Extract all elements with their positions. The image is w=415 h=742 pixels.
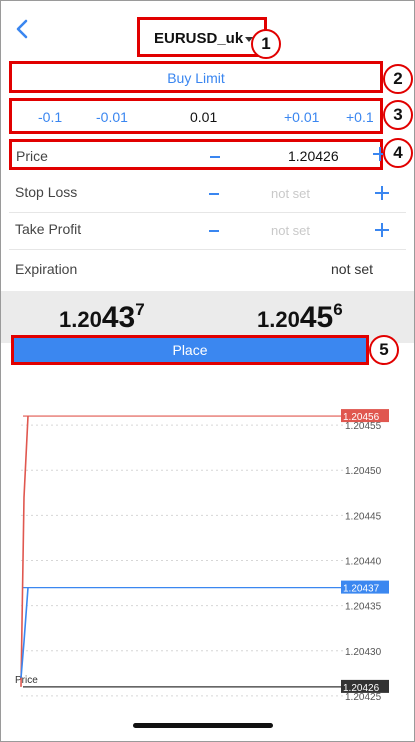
place-button-label: Place — [172, 342, 208, 358]
take-profit-increase-button[interactable] — [375, 223, 389, 237]
badge-2: 2 — [383, 64, 413, 94]
ask-big-digits: 45 — [299, 301, 334, 334]
stop-loss-increase-button[interactable] — [375, 186, 389, 200]
stop-loss-value[interactable]: not set — [271, 186, 310, 201]
price-row: Price 1.20426 — [9, 139, 383, 170]
step-plus-0-1[interactable]: +0.1 — [346, 109, 374, 125]
series-line — [20, 416, 29, 687]
stop-loss-label: Stop Loss — [15, 184, 78, 200]
take-profit-value[interactable]: not set — [271, 223, 310, 238]
back-arrow-icon[interactable] — [11, 17, 35, 41]
stop-loss-decrease-button[interactable] — [209, 193, 219, 195]
symbol-label: EURUSD_uk — [154, 30, 244, 47]
place-button[interactable]: Place — [11, 335, 369, 365]
take-profit-decrease-button[interactable] — [209, 230, 219, 232]
bid-big-digits: 43 — [101, 301, 136, 334]
step-minus-0-01[interactable]: -0.01 — [96, 109, 128, 125]
header: EURUSD_uk 1 — [1, 1, 414, 59]
volume-value: 0.01 — [190, 109, 218, 125]
badge-1: 1 — [251, 29, 281, 59]
expiration-value[interactable]: not set — [331, 261, 373, 277]
ask-prefix: 1.20 — [257, 307, 300, 332]
level-tag-label: 1.20426 — [343, 683, 380, 694]
volume-steps: -0.1 -0.01 0.01 +0.01 +0.1 — [9, 98, 383, 134]
badge-3: 3 — [383, 100, 413, 130]
badge-4: 4 — [383, 138, 413, 168]
y-tick-label: 1.20435 — [345, 602, 382, 613]
price-value[interactable]: 1.20426 — [288, 148, 339, 164]
expiration-label: Expiration — [15, 261, 78, 277]
level-tag-label: 1.20456 — [343, 412, 380, 423]
order-screen: EURUSD_uk 1 Buy Limit 2 -0.1 -0.01 0.01 … — [0, 0, 415, 742]
bid-prefix: 1.20 — [59, 307, 102, 332]
level-tag-label: 1.20437 — [343, 584, 380, 595]
divider — [9, 212, 406, 213]
order-type-selector[interactable]: Buy Limit — [9, 61, 383, 93]
step-plus-0-01[interactable]: +0.01 — [284, 109, 319, 125]
y-tick-label: 1.20440 — [345, 557, 382, 568]
y-tick-label: 1.20445 — [345, 511, 382, 522]
step-minus-0-1[interactable]: -0.1 — [38, 109, 62, 125]
take-profit-label: Take Profit — [15, 221, 82, 237]
badge-5: 5 — [369, 335, 399, 365]
ask-quote: 1.20456 — [257, 300, 343, 335]
price-label: Price — [16, 148, 48, 164]
home-indicator — [133, 723, 273, 728]
divider — [9, 249, 406, 250]
order-type-label: Buy Limit — [167, 70, 225, 86]
y-tick-label: 1.20430 — [345, 647, 382, 658]
price-chart: 1.204551.204501.204451.204401.204351.204… — [15, 409, 389, 703]
symbol-selector[interactable]: EURUSD_uk — [137, 17, 267, 57]
ask-pip-digit: 6 — [333, 300, 343, 319]
price-decrease-button[interactable] — [210, 156, 220, 158]
bid-quote: 1.20437 — [59, 300, 145, 335]
y-tick-label: 1.20450 — [345, 466, 382, 477]
price-line-label: Price — [15, 675, 38, 686]
bid-pip-digit: 7 — [135, 300, 145, 319]
